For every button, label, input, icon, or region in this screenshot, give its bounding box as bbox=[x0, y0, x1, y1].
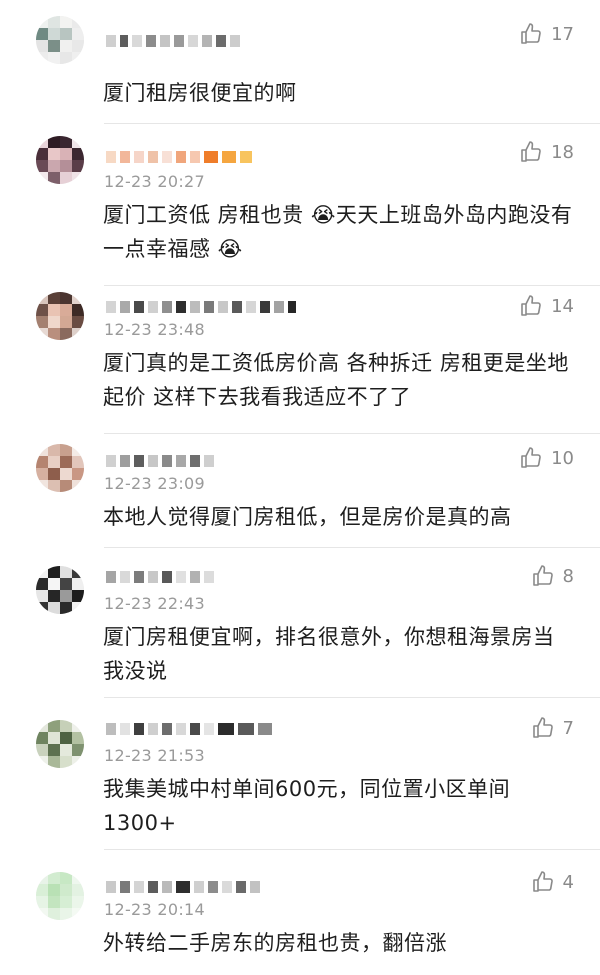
like-button[interactable]: 8 bbox=[531, 564, 574, 588]
like-button[interactable]: 10 bbox=[519, 446, 574, 470]
comment-text: 我集美城中村单间600元，同位置小区单间1300+ bbox=[103, 777, 511, 835]
username-blurred[interactable] bbox=[106, 146, 252, 168]
thumbs-up-icon bbox=[521, 447, 541, 468]
timestamp: 12-23 21:53 bbox=[104, 746, 205, 765]
comment-text: 本地人觉得厦门房租低，但是房价是真的高 bbox=[103, 505, 512, 529]
comment-item: 12-23 20:27 厦门工资低 房租也贵 😭天天上班岛外岛内跑没有一点幸福感… bbox=[0, 124, 600, 286]
timestamp: 12-23 20:27 bbox=[104, 172, 205, 191]
like-button[interactable]: 14 bbox=[519, 294, 574, 318]
comment-item: 12-23 20:14 外转给二手房东的房租也贵，翻倍涨 4 bbox=[0, 850, 600, 975]
like-count: 14 bbox=[551, 295, 574, 317]
like-count: 4 bbox=[562, 871, 574, 893]
username-blurred[interactable] bbox=[106, 718, 272, 740]
comment-text: 外转给二手房东的房租也贵，翻倍涨 bbox=[103, 931, 447, 955]
comment-item: 12-23 23:09 本地人觉得厦门房租低，但是房价是真的高 10 bbox=[0, 434, 600, 548]
comment-item: 厦门租房很便宜的啊 17 bbox=[0, 0, 600, 124]
username-blurred[interactable] bbox=[106, 876, 260, 898]
thumbs-up-icon bbox=[521, 141, 541, 162]
like-count: 7 bbox=[562, 717, 574, 739]
username-blurred[interactable] bbox=[106, 450, 214, 472]
avatar[interactable] bbox=[36, 872, 84, 920]
comment-text: 厦门租房很便宜的啊 bbox=[103, 81, 297, 105]
timestamp: 12-23 23:09 bbox=[104, 474, 205, 493]
like-count: 8 bbox=[562, 565, 574, 587]
comment-item: 12-23 21:53 我集美城中村单间600元，同位置小区单间1300+ 7 bbox=[0, 698, 600, 850]
avatar[interactable] bbox=[36, 444, 84, 492]
thumbs-up-icon bbox=[521, 23, 541, 44]
timestamp: 12-23 22:43 bbox=[104, 594, 205, 613]
avatar[interactable] bbox=[36, 720, 84, 768]
avatar[interactable] bbox=[36, 566, 84, 614]
like-count: 18 bbox=[551, 141, 574, 163]
like-count: 17 bbox=[551, 23, 574, 45]
username-blurred[interactable] bbox=[106, 296, 296, 318]
like-count: 10 bbox=[551, 447, 574, 469]
like-button[interactable]: 7 bbox=[531, 716, 574, 740]
username-blurred[interactable] bbox=[106, 566, 214, 588]
comment-text: 厦门工资低 房租也贵 😭天天上班岛外岛内跑没有一点幸福感 😭 bbox=[103, 203, 573, 261]
avatar[interactable] bbox=[36, 292, 84, 340]
timestamp: 12-23 20:14 bbox=[104, 900, 205, 919]
comment-text: 厦门房租便宜啊，排名很意外，你想租海景房当我没说 bbox=[103, 625, 555, 683]
like-button[interactable]: 4 bbox=[531, 870, 574, 894]
timestamp: 12-23 23:48 bbox=[104, 320, 205, 339]
avatar[interactable] bbox=[36, 16, 84, 64]
like-button[interactable]: 18 bbox=[519, 140, 574, 164]
thumbs-up-icon bbox=[532, 565, 553, 586]
avatar[interactable] bbox=[36, 136, 84, 184]
like-button[interactable]: 17 bbox=[519, 22, 574, 46]
thumbs-up-icon bbox=[532, 717, 553, 738]
comment-item: 12-23 22:43 厦门房租便宜啊，排名很意外，你想租海景房当我没说 8 bbox=[0, 548, 600, 698]
username-blurred[interactable] bbox=[106, 30, 240, 52]
thumbs-up-icon bbox=[521, 295, 541, 316]
comment-text: 厦门真的是工资低房价高 各种拆迁 房租更是坐地起价 这样下去我看我适应不了了 bbox=[103, 351, 569, 409]
thumbs-up-icon bbox=[532, 871, 553, 892]
comment-list: 厦门租房很便宜的啊 17 12-23 20:27 厦门工资低 房租也贵 😭天天上… bbox=[0, 0, 600, 975]
comment-item: 12-23 23:48 厦门真的是工资低房价高 各种拆迁 房租更是坐地起价 这样… bbox=[0, 286, 600, 434]
